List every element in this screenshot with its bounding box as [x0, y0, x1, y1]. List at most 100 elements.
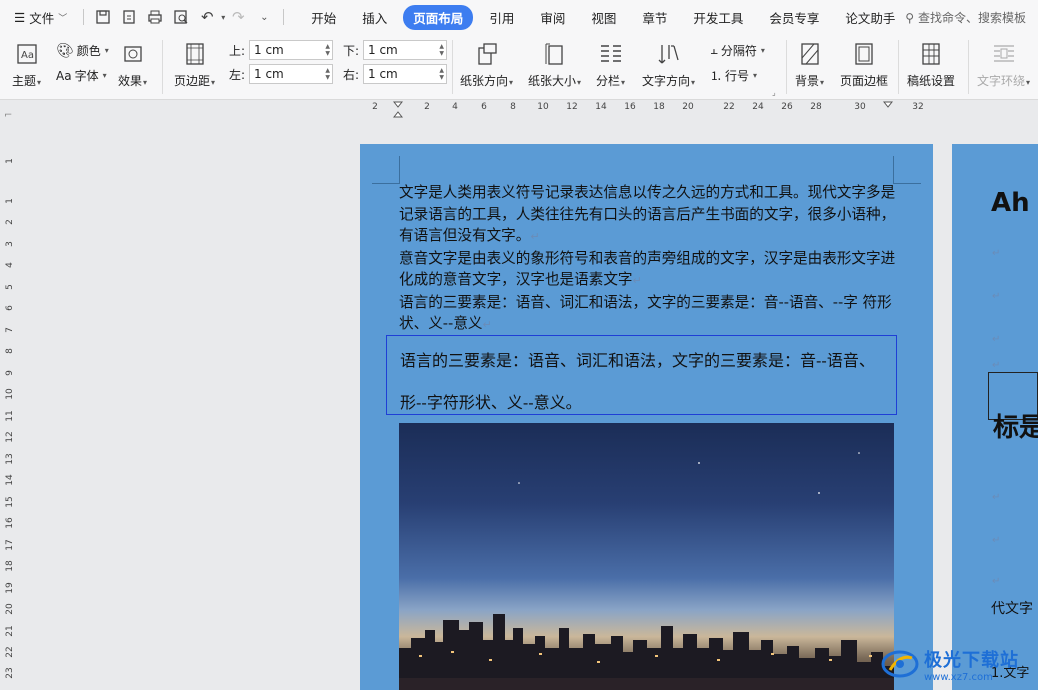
page-orientation-icon: [473, 40, 501, 68]
undo-icon[interactable]: ↶: [196, 6, 218, 28]
margin-top-input[interactable]: 1 cm ▲ ▼: [249, 40, 333, 60]
page-border-button[interactable]: 页面边框: [840, 40, 888, 89]
margins-icon: [181, 40, 209, 68]
export-pdf-icon[interactable]: [118, 6, 140, 28]
orientation-button[interactable]: 纸张方向▾: [460, 40, 513, 89]
color-button[interactable]: 🎨︎ 颜色 ▾: [56, 42, 109, 59]
menu-bar: ☰ 文件 ﹀ ↶ ▾ ↷ ⌄ 开始 插入 页面布局 引用 审阅 视图 章节 开发…: [0, 0, 1038, 34]
margins-button[interactable]: 页边距▾: [174, 40, 215, 89]
paragraph-mark-icon: ↵: [992, 535, 1001, 546]
tab-page-layout[interactable]: 页面布局: [403, 4, 474, 30]
margin-right-spinner[interactable]: ▲ ▼: [439, 67, 446, 81]
tab-member[interactable]: 会员专享: [759, 5, 829, 30]
print-icon[interactable]: [144, 6, 166, 28]
redo-icon[interactable]: ↷: [227, 6, 249, 28]
paper-size-icon: [541, 40, 569, 68]
margin-left-label: 左:: [229, 67, 246, 82]
selected-text-box[interactable]: 语言的三要素是：语音、词汇和语法，文字的三要素是：音--语音、形--字符形状、义…: [386, 335, 897, 415]
city-skyline-graphic: [399, 452, 894, 690]
margin-bottom-input[interactable]: 1 cm ▲ ▼: [363, 40, 447, 60]
margin-right-input[interactable]: 1 cm ▲ ▼: [363, 64, 447, 84]
tab-review[interactable]: 审阅: [530, 5, 575, 30]
text-direction-button[interactable]: 文字方向▾: [642, 40, 695, 89]
paragraph: 文字是人类用表义符号记录表达信息以传之久远的方式和工具。现代文字多是记录语言的工…: [399, 182, 899, 248]
city-night-photo[interactable]: [399, 423, 894, 690]
ruler-number: 12: [5, 431, 15, 443]
wps-writer-window: ☰ 文件 ﹀ ↶ ▾ ↷ ⌄ 开始 插入 页面布局 引用 审阅 视图 章节 开发…: [0, 0, 1038, 690]
manuscript-settings-button[interactable]: 稿纸设置: [907, 40, 955, 89]
ribbon-page-layout: Aa 主题▾ 🎨︎ 颜色 ▾ Aa 字体 ▾ 效果▾ 页边距▾ 上: 1 cm …: [0, 34, 1038, 100]
paper-size-button[interactable]: 纸张大小▾: [528, 40, 581, 89]
tab-section[interactable]: 章节: [632, 5, 677, 30]
tab-insert[interactable]: 插入: [352, 5, 397, 30]
line-numbers-icon: ⒈: [710, 69, 723, 83]
line-numbers-button[interactable]: ⒈ 行号 ▾: [710, 67, 757, 84]
background-label: 背景: [795, 74, 820, 88]
margin-bottom-label: 下:: [343, 43, 360, 58]
ruler-number: 3: [5, 241, 15, 247]
ruler-number: 15: [5, 496, 15, 508]
paragraph-mark-icon: ↵: [992, 360, 1001, 371]
font-icon: Aa: [56, 68, 72, 83]
paragraph-text: 文字是人类用表义符号记录表达信息以传之久远的方式和工具。现代文字多是记录语言的工…: [399, 184, 896, 244]
margin-left-spinner[interactable]: ▲ ▼: [325, 67, 332, 81]
page-setup-dialog-launcher-icon[interactable]: ⌟: [772, 88, 776, 97]
command-search[interactable]: ⚲ 查找命令、搜索模板: [905, 9, 1026, 26]
save-icon[interactable]: [92, 6, 114, 28]
horizontal-ruler[interactable]: 2 2 4 6 8 10 12 14 16 18 20 22 24 26 28 …: [360, 101, 938, 118]
paragraph-mark-icon: ↵: [530, 230, 540, 243]
document-page[interactable]: 文字是人类用表义符号记录表达信息以传之久远的方式和工具。现代文字多是记录语言的工…: [360, 144, 933, 690]
ruler-number: 11: [5, 410, 15, 422]
ribbon-separator: [162, 40, 163, 94]
page-border-icon: [850, 40, 878, 68]
crop-mark: [893, 156, 921, 184]
customize-toolbar-icon[interactable]: ⌄: [253, 6, 275, 28]
theme-icon: Aa: [13, 40, 41, 68]
tab-developer[interactable]: 开发工具: [683, 5, 753, 30]
tab-view[interactable]: 视图: [581, 5, 626, 30]
ruler-number: 32: [912, 102, 924, 112]
ribbon-separator: [898, 40, 899, 94]
document-body-text[interactable]: 文字是人类用表义符号记录表达信息以传之久远的方式和工具。现代文字多是记录语言的工…: [399, 182, 899, 336]
vertical-ruler[interactable]: 1 1 2 3 4 5 6 7 8 9 10 11 12 13 14 15 16…: [0, 118, 18, 690]
margin-right-value: 1 cm: [368, 67, 398, 81]
tab-home[interactable]: 开始: [301, 5, 346, 30]
indent-marker-icon[interactable]: [392, 101, 404, 118]
effect-icon: [119, 40, 147, 68]
document-page-2[interactable]: Ah ↵ ↵ ↵ ↵ 标是 ↵ ↵ ↵ 代文字 1.文字: [952, 144, 1038, 690]
undo-dropdown-icon[interactable]: ▾: [221, 13, 225, 22]
file-menu[interactable]: ☰ 文件 ﹀: [0, 0, 77, 34]
margin-top-spinner[interactable]: ▲ ▼: [325, 43, 332, 57]
paper-size-label: 纸张大小: [528, 74, 577, 88]
paragraph-mark-icon: ↵: [482, 318, 492, 331]
paragraph-text: 意音文字是由表义的象形符号和表音的声旁组成的文字，汉字是由表形文字进化成的意音文…: [399, 249, 896, 289]
margin-top-value: 1 cm: [254, 43, 284, 57]
background-button[interactable]: 背景▾: [795, 40, 824, 89]
margin-left-input[interactable]: 1 cm ▲ ▼: [249, 64, 333, 84]
ruler-number: 12: [566, 102, 578, 112]
ruler-number: 2: [5, 219, 15, 225]
effect-button[interactable]: 效果▾: [118, 40, 147, 89]
print-preview-icon[interactable]: [170, 6, 192, 28]
tab-paper-assistant[interactable]: 论文助手: [835, 5, 905, 30]
columns-button[interactable]: 分栏▾: [596, 40, 625, 89]
ruler-number: 7: [5, 327, 15, 333]
ruler-number: 10: [5, 388, 15, 400]
svg-text:Aa: Aa: [21, 50, 34, 61]
text-wrap-label: 文字环绕: [977, 74, 1026, 88]
theme-button[interactable]: Aa 主题▾: [12, 40, 41, 89]
margin-bottom-spinner[interactable]: ▲ ▼: [439, 43, 446, 57]
ruler-number: 19: [5, 582, 15, 594]
margin-bottom-value: 1 cm: [368, 43, 398, 57]
ruler-number: 1: [5, 158, 15, 164]
paragraph: 语言的三要素是：语音、词汇和语法，文字的三要素是：音--语音、--字 符形状、义…: [399, 292, 899, 336]
text-wrap-button[interactable]: 文字环绕▾: [977, 40, 1030, 89]
ruler-number: 20: [682, 102, 694, 112]
breaks-button[interactable]: ⫠ 分隔符 ▾: [710, 42, 765, 59]
font-button[interactable]: Aa 字体 ▾: [56, 67, 107, 84]
breaks-icon: ⫠: [710, 43, 718, 58]
right-indent-marker-icon[interactable]: [882, 101, 894, 118]
ruler-number: 2: [372, 102, 378, 112]
tab-references[interactable]: 引用: [479, 5, 524, 30]
ribbon-tabs: 开始 插入 页面布局 引用 审阅 视图 章节 开发工具 会员专享 论文助手: [298, 4, 908, 30]
